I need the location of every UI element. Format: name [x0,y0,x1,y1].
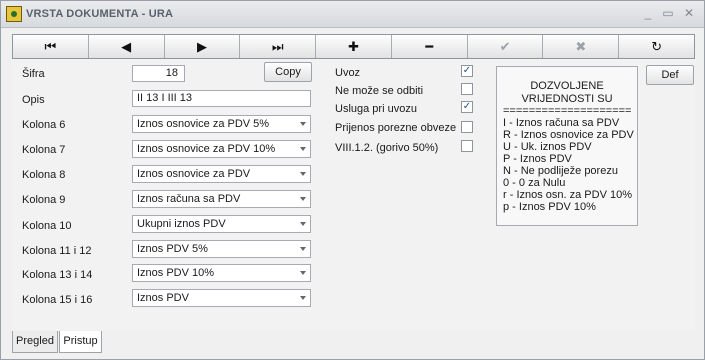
kolona-15-16-label: Kolona 15 i 16 [22,294,93,306]
minimize-window-icon[interactable]: _ [641,7,655,21]
dropdown-arrow-icon [300,271,306,275]
usluga-pri-uvozu-checkbox[interactable]: ✓ [461,101,473,113]
refresh-icon: ↻ [651,38,663,54]
kolona-10-value: Ukupni iznos PDV [137,218,226,230]
kolona-6-value: Iznos osnovice za PDV 5% [137,118,270,130]
kolona-8-label: Kolona 8 [22,169,66,181]
dropdown-arrow-icon [300,197,306,201]
prijenos-porezne-obveze-checkbox[interactable] [461,121,473,133]
usluga-pri-uvozu-label: Usluga pri uvozu [335,103,417,115]
info-line: p - Iznos PDV 10% [503,201,596,213]
info-line: r - Iznos osn. za PDV 10% [503,189,632,201]
window-title: VRSTA DOKUMENTA - URA [26,8,174,20]
sifra-label: Šifra [22,68,45,80]
kolona-11-12-label: Kolona 11 i 12 [22,245,92,257]
checkmark-icon: ✓ [462,65,472,76]
kolona-15-16-value: Iznos PDV [137,292,189,304]
title-bar: VRSTA DOKUMENTA - URA _ ▭ ✕ [1,1,704,28]
kolona-11-12-value: Iznos PDV 5% [137,243,208,255]
app-logo-icon [6,6,22,22]
first-record-icon: ⏮ [44,38,57,54]
copy-button[interactable]: Copy [264,62,312,82]
first-record-button[interactable]: ⏮ [13,35,89,58]
gorivo-label: VIII.1.2. (gorivo 50%) [335,142,439,154]
kolona-6-label: Kolona 6 [22,119,66,131]
info-line: 0 - 0 za Nulu [503,177,566,189]
next-record-icon: ▶ [196,38,207,54]
kolona-13-14-label: Kolona 13 i 14 [22,269,93,281]
previous-record-icon: ◀ [121,38,132,54]
opis-label: Opis [22,94,45,106]
uvoz-label: Uvoz [335,67,361,79]
close-window-icon[interactable]: ✕ [682,7,696,21]
info-line: I - Iznos računa sa PDV [503,117,620,129]
confirm-icon: ✔ [499,38,511,54]
refresh-button[interactable]: ↻ [619,35,695,58]
dropdown-arrow-icon [300,296,306,300]
kolona-7-select[interactable]: Iznos osnovice za PDV 10% [132,140,311,158]
kolona-10-label: Kolona 10 [22,220,72,232]
cancel-button[interactable]: ✖ [543,35,620,58]
window: VRSTA DOKUMENTA - URA _ ▭ ✕ ⏮ ◀ ▶ ⏭ ✚ ━ … [0,0,705,360]
opis-field[interactable]: II 13 I III 13 [132,90,311,107]
kolona-10-select[interactable]: Ukupni iznos PDV [132,215,311,233]
maximize-window-icon[interactable]: ▭ [661,7,675,21]
checkmark-icon: ✓ [462,101,472,112]
info-line: P - Iznos PDV [503,153,572,165]
add-icon: ✚ [348,38,359,54]
kolona-15-16-select[interactable]: Iznos PDV [132,289,311,307]
ne-moze-se-odbiti-label: Ne može se odbiti [335,85,424,97]
kolona-8-value: Iznos osnovice za PDV [137,168,251,180]
navigation-toolbar: ⏮ ◀ ▶ ⏭ ✚ ━ ✔ ✖ ↻ [12,34,695,59]
dropdown-arrow-icon [300,147,306,151]
kolona-9-value: Iznos računa sa PDV [137,193,241,205]
info-line: R - Iznos osnovice za PDV [503,129,634,141]
kolona-13-14-select[interactable]: Iznos PDV 10% [132,264,311,282]
last-record-icon: ⏭ [271,38,284,54]
kolona-6-select[interactable]: Iznos osnovice za PDV 5% [132,115,311,133]
kolona-9-select[interactable]: Iznos računa sa PDV [132,190,311,208]
dropdown-arrow-icon [300,247,306,251]
dropdown-arrow-icon [300,122,306,126]
delete-icon: ━ [425,38,434,54]
info-line: U - Uk. iznos PDV [503,141,592,153]
dropdown-arrow-icon [300,172,306,176]
cancel-icon: ✖ [575,38,587,54]
tab-pregled[interactable]: Pregled [12,331,58,353]
next-record-button[interactable]: ▶ [164,35,241,58]
info-title-line-1: DOZVOLJENE [530,80,604,92]
form-panel: Šifra 18 Copy Opis II 13 I III 13 Kolona… [12,59,695,330]
previous-record-button[interactable]: ◀ [88,35,165,58]
last-record-button[interactable]: ⏭ [240,35,317,58]
kolona-13-14-value: Iznos PDV 10% [137,267,215,279]
confirm-button[interactable]: ✔ [467,35,544,58]
uvoz-checkbox[interactable]: ✓ [461,65,473,77]
ne-moze-se-odbiti-checkbox[interactable] [461,83,473,95]
kolona-11-12-select[interactable]: Iznos PDV 5% [132,240,311,258]
gorivo-checkbox[interactable] [461,140,473,152]
allowed-values-panel: DOZVOLJENE VRIJEDNOSTI SU ==============… [496,66,638,226]
kolona-7-value: Iznos osnovice za PDV 10% [137,143,276,155]
info-title-line-2: VRIJEDNOSTI SU [521,93,613,105]
kolona-9-label: Kolona 9 [22,194,66,206]
prijenos-porezne-obveze-label: Prijenos porezne obveze [335,122,457,134]
tab-pristup[interactable]: Pristup [59,331,102,353]
info-line: N - Ne podliježe porezu [503,165,618,177]
add-button[interactable]: ✚ [316,35,392,58]
kolona-8-select[interactable]: Iznos osnovice za PDV [132,165,311,183]
info-separator: ==================== [503,106,631,117]
delete-button[interactable]: ━ [391,35,468,58]
dropdown-arrow-icon [300,222,306,226]
kolona-7-label: Kolona 7 [22,144,66,156]
def-button[interactable]: Def [646,65,694,85]
sifra-field[interactable]: 18 [132,65,185,82]
